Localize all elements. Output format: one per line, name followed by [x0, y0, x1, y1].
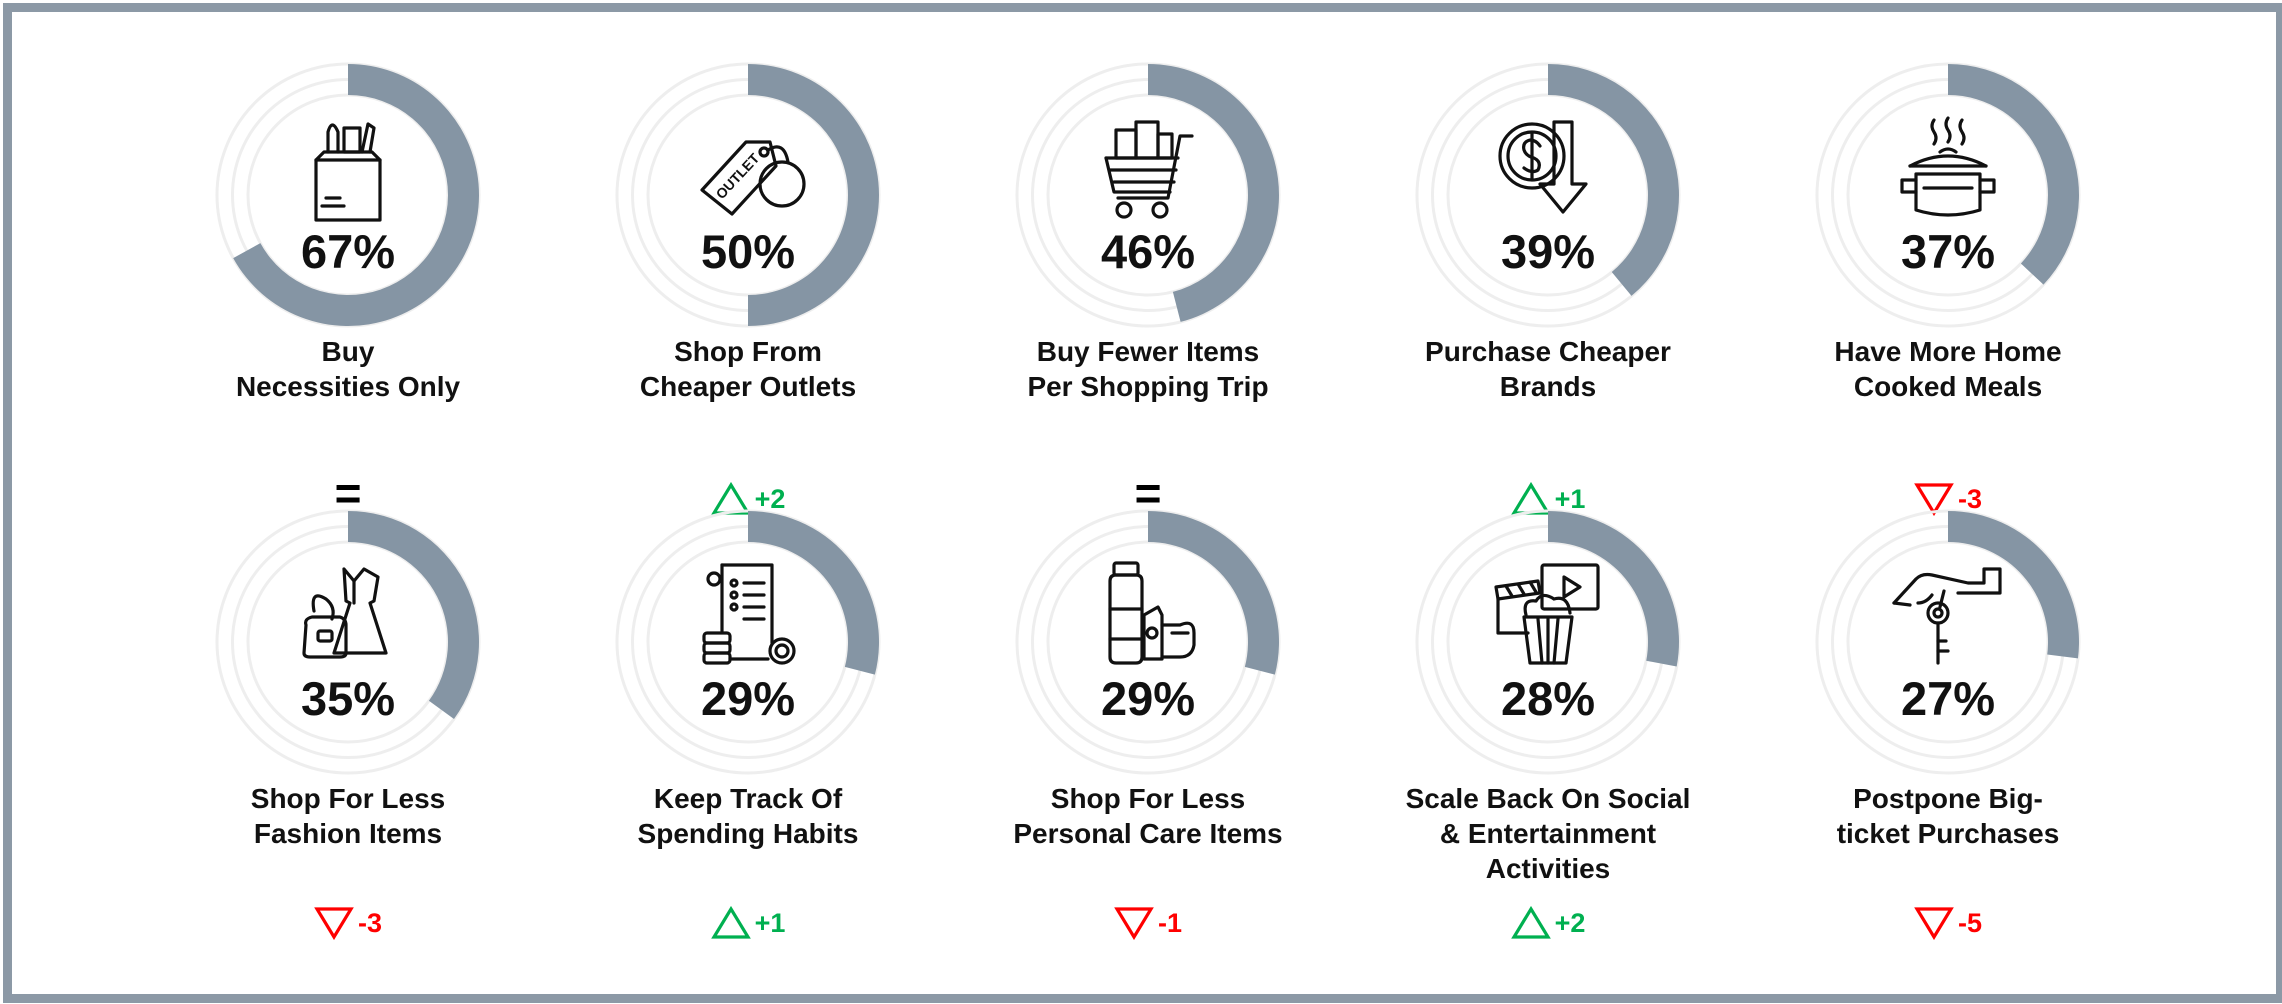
grocery-bag-icon — [314, 122, 382, 222]
change-indicator: +2 — [1348, 904, 1748, 940]
stat-label: Have More Home Cooked Meals — [1834, 336, 2062, 402]
change-indicator: = — [148, 470, 548, 516]
change-value: -1 — [1157, 907, 1182, 938]
stat-label: Postpone Big- ticket Purchases — [1836, 783, 2060, 849]
percent-value: 35% — [300, 672, 396, 725]
donut-stat: 35% Shop For Less Fashion Items -3 — [148, 509, 548, 940]
stat-label: Buy Fewer Items Per Shopping Trip — [1027, 336, 1269, 402]
outlet-tag-icon: OUTLET — [700, 140, 806, 216]
percent-value: 67% — [300, 225, 396, 278]
receipt-coins-icon — [702, 563, 796, 665]
personal-care-bottles-icon — [1108, 561, 1196, 665]
triangle-up-icon — [710, 905, 751, 939]
stat-label: Purchase Cheaper Brands — [1425, 336, 1671, 402]
donut-stat: 37% Have More Home Cooked Meals -3 — [1748, 62, 2148, 516]
donut-stat: 29% Keep Track Of Spending Habits +1 — [548, 509, 948, 939]
triangle-down-icon — [314, 907, 354, 940]
dollar-down-arrow-icon — [1498, 120, 1588, 214]
svg-text:OUTLET: OUTLET — [712, 150, 762, 202]
change-indicator: -5 — [1748, 904, 2148, 940]
change-value: +2 — [1554, 907, 1586, 938]
donut-stat: OUTLET 50% Shop From Cheaper Outlets +2 — [548, 62, 948, 515]
dress-handbag-icon — [302, 567, 388, 659]
stat-label: Keep Track Of Spending Habits — [637, 783, 859, 849]
donut-stat: 28% Scale Back On Social & Entertainment … — [1348, 509, 1748, 939]
cooking-pot-icon — [1900, 116, 1996, 217]
percent-value: 29% — [700, 672, 796, 725]
donut-stat: 29% Shop For Less Personal Care Items -1 — [948, 509, 1348, 940]
change-value: +1 — [754, 907, 786, 938]
percent-value: 39% — [1500, 225, 1596, 278]
percent-value: 37% — [1900, 225, 1996, 278]
triangle-down-icon — [1914, 907, 1954, 940]
change-indicator: +1 — [548, 904, 948, 940]
triangle-up-icon — [1510, 905, 1551, 939]
donut-stat: 46% Buy Fewer Items Per Shopping Trip = — [948, 62, 1348, 516]
change-indicator: -3 — [148, 904, 548, 940]
percent-value: 50% — [700, 225, 796, 278]
percent-value: 27% — [1900, 672, 1996, 725]
change-indicator: = — [948, 470, 1348, 516]
change-value: -3 — [357, 907, 382, 938]
donut-stat: 27% Postpone Big- ticket Purchases -5 — [1748, 509, 2148, 940]
triangle-down-icon — [1114, 907, 1154, 940]
percent-value: 28% — [1500, 672, 1596, 725]
donut-stat: 39% Purchase Cheaper Brands +1 — [1348, 62, 1748, 515]
stat-label: Shop From Cheaper Outlets — [639, 336, 857, 402]
hand-key-icon — [1892, 567, 2002, 665]
stat-label: Shop For Less Personal Care Items — [1013, 783, 1283, 849]
shopping-cart-icon — [1104, 120, 1194, 219]
donut-stat: 67% Buy Necessities Only = — [148, 62, 548, 516]
percent-value: 29% — [1100, 672, 1196, 725]
stat-label: Buy Necessities Only — [235, 336, 461, 402]
change-value: -5 — [1957, 907, 1982, 938]
change-indicator: -1 — [948, 904, 1348, 940]
percent-value: 46% — [1100, 225, 1196, 278]
popcorn-movie-icon — [1494, 563, 1600, 665]
stat-label: Scale Back On Social & Entertainment Act… — [1405, 783, 1691, 884]
stat-label: Shop For Less Fashion Items — [250, 783, 446, 849]
